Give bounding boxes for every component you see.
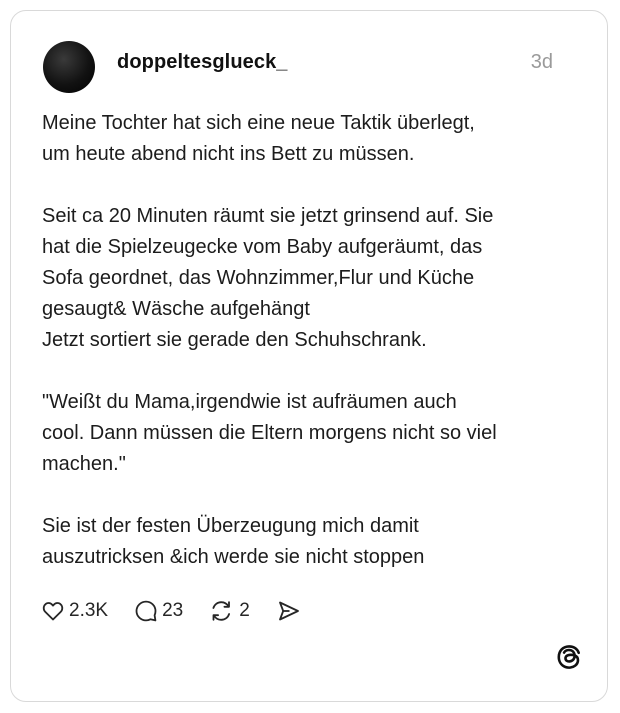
repost-button[interactable]: 2 (209, 599, 250, 623)
reply-count: 23 (162, 600, 184, 621)
post-paragraph-4: Sie ist der festen Überzeugung mich dami… (42, 515, 425, 568)
repost-count: 2 (239, 600, 250, 621)
like-count: 2.3K (69, 600, 109, 621)
action-bar: 2.3K 23 2 (41, 596, 302, 626)
post-paragraph-3: "Weißt du Mama,irgendwie ist aufräumen a… (42, 391, 497, 475)
post-timestamp: 3d (530, 51, 553, 73)
reply-button[interactable]: 23 (134, 599, 183, 623)
username[interactable]: doppeltesglueck_ (117, 51, 288, 74)
threads-logo-icon (555, 643, 583, 671)
heart-icon (41, 599, 65, 623)
share-button[interactable] (276, 599, 302, 623)
post-paragraph-2: Seit ca 20 Minuten räumt sie jetzt grins… (42, 205, 494, 351)
speech-bubble-icon (134, 599, 158, 623)
like-button[interactable]: 2.3K (41, 599, 108, 623)
send-icon (276, 599, 302, 623)
repost-arrows-icon (209, 599, 235, 623)
post-body: Meine Tochter hat sich eine neue Taktik … (42, 108, 582, 573)
avatar[interactable] (43, 41, 95, 93)
post-card: doppeltesglueck_ 3d Meine Tochter hat si… (10, 10, 608, 702)
post-paragraph-1: Meine Tochter hat sich eine neue Taktik … (42, 112, 475, 165)
